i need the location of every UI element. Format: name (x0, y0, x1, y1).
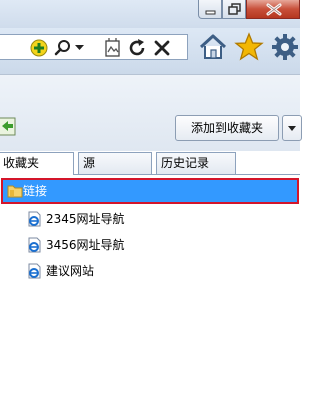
tree-item-label: 链接 (23, 184, 48, 198)
add-to-favorites-dropdown[interactable] (282, 115, 302, 141)
home-icon[interactable] (198, 33, 228, 61)
title-bar (0, 0, 300, 28)
favorites-tab-strip: 收藏夹 源 历史记录 (0, 152, 300, 175)
address-bar[interactable] (0, 34, 188, 60)
tree-item-link[interactable]: 2345网址导航 (26, 208, 226, 230)
add-to-favorites-button[interactable]: 添加到收藏夹 (175, 115, 279, 141)
favorites-star-icon[interactable] (234, 32, 264, 62)
tree-item-folder[interactable]: 链接 (1, 178, 299, 204)
settings-gear-icon[interactable] (270, 32, 300, 62)
ie-page-icon (28, 211, 41, 227)
stop-icon[interactable] (152, 38, 172, 58)
tab-favorites[interactable]: 收藏夹 (0, 152, 74, 175)
ie-page-icon (28, 237, 41, 253)
tree-item-link[interactable]: 3456网址导航 (26, 234, 226, 256)
restore-button[interactable] (222, 0, 246, 19)
refresh-icon[interactable] (127, 38, 147, 58)
navigation-bar (0, 28, 300, 74)
close-icon (266, 3, 282, 16)
minimize-icon (205, 10, 216, 15)
tree-item-label: 2345网址导航 (46, 212, 125, 226)
chevron-down-icon (288, 126, 296, 131)
minimize-button[interactable] (198, 0, 222, 19)
restore-icon (228, 3, 241, 15)
search-icon[interactable] (54, 39, 72, 57)
tree-item-label: 3456网址导航 (46, 238, 125, 252)
compatibility-view-icon[interactable] (103, 38, 123, 58)
dropdown-arrow-icon[interactable] (75, 44, 85, 52)
tree-item-label: 建议网站 (46, 264, 95, 278)
favorites-header: 添加到收藏夹 (0, 74, 302, 151)
add-on-icon[interactable] (29, 38, 49, 58)
close-window-button[interactable] (246, 0, 300, 19)
tab-history[interactable]: 历史记录 (156, 152, 236, 174)
favorites-pane: 添加到收藏夹 收藏夹 源 历史记录 链接 2345网址导航 3456网址导航 建… (0, 74, 302, 420)
tab-feeds[interactable]: 源 (78, 152, 152, 174)
tree-item-link[interactable]: 建议网站 (26, 260, 226, 282)
folder-icon (7, 185, 23, 198)
pin-favorites-center-icon[interactable] (0, 116, 18, 138)
ie-page-icon (28, 263, 41, 279)
